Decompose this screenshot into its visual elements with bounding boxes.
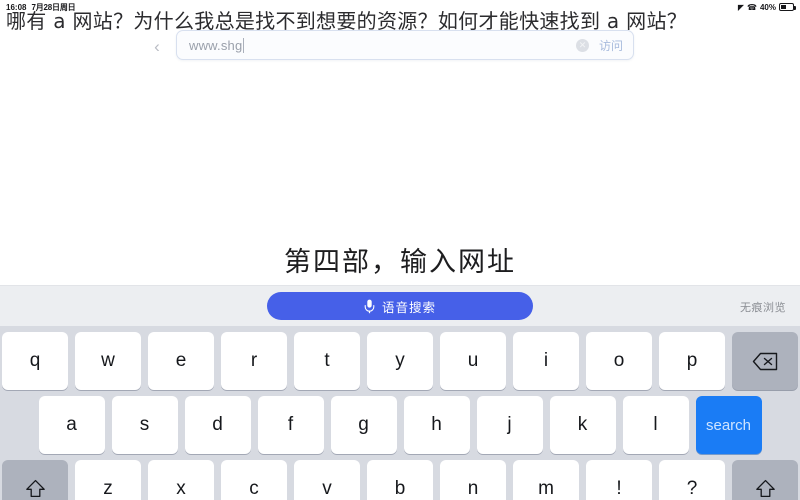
key-backspace[interactable] bbox=[732, 332, 798, 390]
key-l[interactable]: l bbox=[622, 396, 689, 454]
page-body: 第四部，输入网址 bbox=[0, 64, 800, 285]
key-s[interactable]: s bbox=[111, 396, 178, 454]
key-t[interactable]: t bbox=[294, 332, 360, 390]
key-u[interactable]: u bbox=[440, 332, 506, 390]
status-bar-right: ◤ ☎ 40% bbox=[737, 2, 796, 12]
key-c[interactable]: c bbox=[221, 460, 287, 500]
battery-percent: 40% bbox=[759, 2, 776, 12]
key-q[interactable]: q bbox=[2, 332, 68, 390]
key-y[interactable]: y bbox=[367, 332, 433, 390]
key-shift-left[interactable] bbox=[2, 460, 68, 500]
virtual-keyboard: qwertyuiop a s d f g h j k l search z x c v b n m!? bbox=[0, 326, 800, 500]
status-date: 7月28日周日 bbox=[31, 2, 76, 12]
phone-call-icon: ☎ bbox=[747, 2, 757, 12]
key-z[interactable]: z bbox=[75, 460, 141, 500]
voice-search-button[interactable]: 语音搜索 bbox=[267, 292, 533, 320]
key-e[interactable]: e bbox=[148, 332, 214, 390]
page-heading: 第四部，输入网址 bbox=[284, 247, 516, 278]
go-button[interactable]: 访问 bbox=[599, 37, 625, 54]
signal-icon: ◤ bbox=[737, 2, 745, 12]
key-x[interactable]: x bbox=[148, 460, 214, 500]
key-b[interactable]: b bbox=[367, 460, 433, 500]
key-j[interactable]: j bbox=[476, 396, 543, 454]
key-h[interactable]: h bbox=[403, 396, 470, 454]
key-d[interactable]: d bbox=[184, 396, 251, 454]
microphone-icon bbox=[364, 299, 375, 313]
key-i[interactable]: i bbox=[513, 332, 579, 390]
key-a[interactable]: a bbox=[38, 396, 105, 454]
keyboard-row-2: a s d f g h j k l search bbox=[0, 396, 800, 454]
key-exclamation[interactable]: ! bbox=[586, 460, 652, 500]
url-input-value: www.shg bbox=[189, 37, 243, 53]
text-caret bbox=[243, 37, 245, 53]
key-shift-right[interactable] bbox=[732, 460, 798, 500]
clear-circle-icon[interactable]: ✕ bbox=[575, 38, 589, 52]
key-m[interactable]: m bbox=[513, 460, 579, 500]
key-r[interactable]: r bbox=[221, 332, 287, 390]
keyboard-row-1: qwertyuiop bbox=[0, 332, 800, 390]
keyboard-toolbar: 语音搜索 无痕浏览 bbox=[0, 285, 800, 326]
key-p[interactable]: p bbox=[659, 332, 725, 390]
incognito-label: 无痕浏览 bbox=[740, 301, 786, 314]
voice-search-label: 语音搜索 bbox=[381, 299, 436, 315]
battery-icon bbox=[779, 3, 796, 11]
url-input[interactable]: www.shg bbox=[189, 37, 576, 53]
key-k[interactable]: k bbox=[549, 396, 616, 454]
status-bar: 16:08 7月28日周日 ◤ ☎ 40% bbox=[0, 0, 800, 14]
status-bar-left: 16:08 7月28日周日 bbox=[6, 2, 76, 13]
phone-screen: 16:08 7月28日周日 ◤ ☎ 40% ‹ www.shg ✕ 访问 哪有 … bbox=[0, 0, 800, 500]
key-n[interactable]: n bbox=[440, 460, 506, 500]
key-search[interactable]: search bbox=[695, 396, 762, 454]
keyboard-row-3: z x c v b n m!? bbox=[0, 460, 800, 500]
status-time: 16:08 bbox=[6, 2, 27, 12]
key-question[interactable]: ? bbox=[659, 460, 725, 500]
key-f[interactable]: f bbox=[257, 396, 324, 454]
key-g[interactable]: g bbox=[330, 396, 397, 454]
key-o[interactable]: o bbox=[586, 332, 652, 390]
key-w[interactable]: w bbox=[75, 332, 141, 390]
chevron-left-icon[interactable]: ‹ bbox=[150, 38, 164, 55]
key-v[interactable]: v bbox=[294, 460, 360, 500]
